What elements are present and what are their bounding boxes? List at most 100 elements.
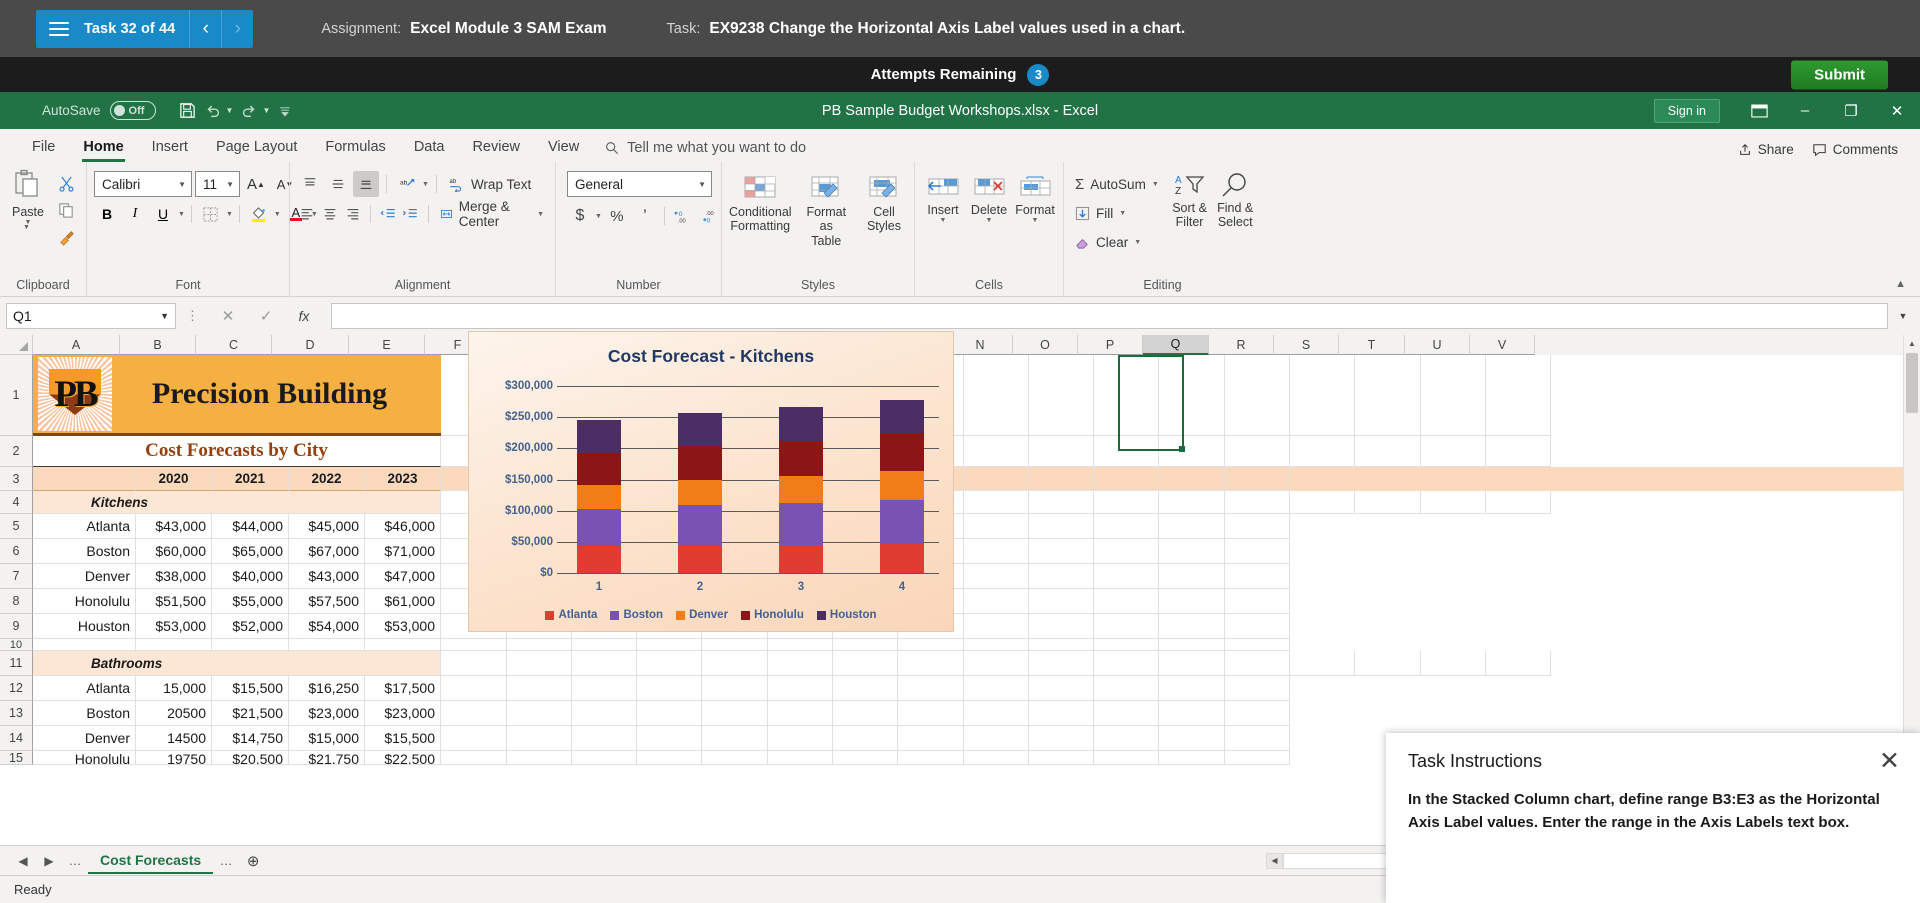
stacked-bar[interactable]: [880, 400, 924, 573]
submit-button[interactable]: Submit: [1791, 60, 1888, 89]
wrap-text-button[interactable]: ab Wrap Text: [444, 171, 535, 197]
fill-color-button[interactable]: [246, 201, 272, 227]
previous-task-button[interactable]: ‹: [189, 10, 221, 48]
cell-value[interactable]: $22,500: [365, 751, 441, 765]
cell-value[interactable]: $45,000: [289, 514, 365, 539]
align-right-button[interactable]: [342, 201, 363, 227]
tab-home[interactable]: Home: [69, 135, 137, 162]
legend-item[interactable]: Atlanta: [545, 609, 597, 621]
autosave-toggle[interactable]: Off: [110, 101, 156, 120]
column-header-e[interactable]: E: [349, 335, 425, 355]
column-header-v[interactable]: V: [1470, 335, 1535, 355]
bold-button[interactable]: B: [94, 201, 120, 227]
increase-font-size-button[interactable]: A▲: [243, 171, 269, 197]
cell-value[interactable]: $52,000: [212, 614, 289, 639]
cell-city[interactable]: Honolulu: [33, 751, 136, 765]
column-header-s[interactable]: S: [1274, 335, 1339, 355]
delete-cells-button[interactable]: Delete ▼: [968, 173, 1010, 224]
sheet-list-left-icon[interactable]: …: [62, 853, 88, 868]
select-all-button[interactable]: [0, 335, 33, 355]
format-cells-dropdown-icon[interactable]: ▼: [1032, 217, 1039, 224]
clipboard-more-icon[interactable]: ▼: [23, 224, 30, 231]
name-box[interactable]: Q1 ▼: [6, 303, 176, 329]
undo-icon[interactable]: [204, 102, 222, 120]
ribbon-display-options-icon[interactable]: [1736, 92, 1782, 129]
clear-button[interactable]: Clear ▼: [1071, 229, 1163, 255]
fill-dropdown-icon[interactable]: ▼: [1119, 210, 1126, 217]
cost-forecast-chart[interactable]: Cost Forecast - Kitchens $300,000 $250,0…: [468, 331, 954, 632]
font-size-select[interactable]: 11 ▼: [195, 171, 240, 197]
cell-value[interactable]: $15,500: [365, 726, 441, 751]
cell-city[interactable]: Boston: [33, 701, 136, 726]
vertical-scroll-thumb[interactable]: [1906, 353, 1918, 413]
cell-value[interactable]: $53,000: [365, 614, 441, 639]
format-as-table-button[interactable]: Format as Table: [800, 173, 853, 248]
column-header-t[interactable]: T: [1339, 335, 1405, 355]
paste-button[interactable]: Paste ▼: [7, 167, 49, 226]
cell-value[interactable]: $65,000: [212, 539, 289, 564]
align-middle-button[interactable]: [325, 171, 351, 197]
cell-value[interactable]: $23,000: [289, 701, 365, 726]
collapse-ribbon-icon[interactable]: ▲: [1895, 278, 1906, 290]
redo-dropdown-icon[interactable]: ▼: [262, 106, 270, 115]
customize-qat-icon[interactable]: [277, 103, 293, 119]
underline-dropdown-icon[interactable]: ▼: [178, 211, 185, 218]
cell-styles-button[interactable]: Cell Styles: [861, 173, 907, 234]
cell-value[interactable]: $47,000: [365, 564, 441, 589]
close-button[interactable]: ✕: [1874, 92, 1920, 129]
cell-value[interactable]: $54,000: [289, 614, 365, 639]
underline-button[interactable]: U: [150, 201, 176, 227]
next-task-button[interactable]: ›: [221, 10, 253, 48]
tab-file[interactable]: File: [18, 135, 69, 162]
sort-filter-button[interactable]: A Z Sort & Filter: [1171, 171, 1209, 230]
italic-button[interactable]: I: [122, 201, 148, 227]
row-header-13[interactable]: 13: [0, 701, 33, 726]
scroll-left-icon[interactable]: ◀: [1266, 853, 1283, 869]
orientation-dropdown-icon[interactable]: ▼: [422, 181, 429, 188]
tab-view[interactable]: View: [534, 135, 593, 162]
scroll-up-icon[interactable]: ▲: [1904, 335, 1920, 352]
cell-value[interactable]: $21,750: [289, 751, 365, 765]
cell-value[interactable]: $15,000: [289, 726, 365, 751]
name-box-chevron-down-icon[interactable]: ▼: [160, 311, 169, 321]
stacked-bar[interactable]: [577, 420, 621, 573]
row-header-5[interactable]: 5: [0, 514, 33, 539]
row-header-10[interactable]: 10: [0, 639, 33, 651]
conditional-formatting-button[interactable]: Conditional Formatting: [729, 173, 792, 234]
comments-button[interactable]: Comments: [1812, 142, 1898, 157]
cell-value[interactable]: $43,000: [136, 514, 212, 539]
cell-value[interactable]: $15,500: [212, 676, 289, 701]
cell-value[interactable]: $38,000: [136, 564, 212, 589]
undo-dropdown-icon[interactable]: ▼: [226, 106, 234, 115]
currency-dropdown-icon[interactable]: ▼: [595, 213, 602, 220]
restore-button[interactable]: ❐: [1828, 92, 1874, 129]
cell-value[interactable]: 15,000: [136, 676, 212, 701]
sheet-list-right-icon[interactable]: …: [213, 853, 239, 868]
insert-cells-dropdown-icon[interactable]: ▼: [940, 217, 947, 224]
cell-value[interactable]: $16,250: [289, 676, 365, 701]
cell-value[interactable]: $20,500: [212, 751, 289, 765]
formula-bar-grip[interactable]: ⋮: [180, 308, 205, 324]
column-header-a[interactable]: A: [33, 335, 120, 355]
share-button[interactable]: Share: [1738, 142, 1794, 157]
column-header-u[interactable]: U: [1405, 335, 1470, 355]
row-header-8[interactable]: 8: [0, 589, 33, 614]
number-format-select[interactable]: General ▼: [567, 171, 712, 197]
tab-page-layout[interactable]: Page Layout: [202, 135, 311, 162]
merge-center-button[interactable]: Merge & Center ▼: [436, 201, 548, 227]
cell-value[interactable]: $51,500: [136, 589, 212, 614]
sign-in-button[interactable]: Sign in: [1654, 99, 1720, 123]
autosum-dropdown-icon[interactable]: ▼: [1152, 181, 1159, 188]
cell-value[interactable]: 20500: [136, 701, 212, 726]
formula-input[interactable]: [331, 303, 1888, 329]
stacked-bar[interactable]: [779, 407, 823, 573]
cut-button[interactable]: [53, 170, 79, 196]
legend-item[interactable]: Houston: [817, 609, 877, 621]
cell-value[interactable]: $61,000: [365, 589, 441, 614]
cell-value[interactable]: $57,500: [289, 589, 365, 614]
cell-city[interactable]: Honolulu: [33, 589, 136, 614]
cell-city[interactable]: Boston: [33, 539, 136, 564]
cell-value[interactable]: $71,000: [365, 539, 441, 564]
tab-formulas[interactable]: Formulas: [311, 135, 399, 162]
row-header-11[interactable]: 11: [0, 651, 33, 676]
